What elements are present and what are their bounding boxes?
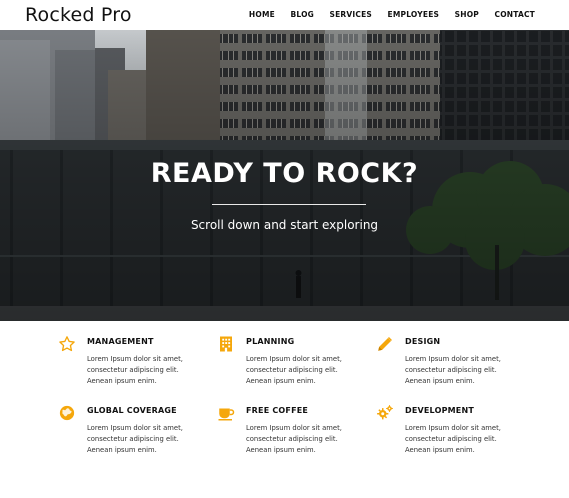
site-header: Rocked Pro HOME BLOG SERVICES EMPLOYEES …	[0, 0, 569, 30]
nav-item-home[interactable]: HOME	[249, 10, 275, 19]
feature-text: Lorem Ipsum dolor sit amet, consectetur …	[246, 424, 342, 454]
feature-text: Lorem Ipsum dolor sit amet, consectetur …	[405, 424, 501, 454]
hero-banner: READY TO ROCK? Scroll down and start exp…	[0, 30, 569, 321]
feature-title: DESIGN	[405, 337, 441, 346]
main-nav: HOME BLOG SERVICES EMPLOYEES SHOP CONTAC…	[233, 10, 535, 19]
nav-item-employees[interactable]: EMPLOYEES	[388, 10, 440, 19]
feature-title: MANAGEMENT	[87, 337, 154, 346]
hero-title: READY TO ROCK?	[150, 158, 419, 189]
feature-text: Lorem Ipsum dolor sit amet, consectetur …	[87, 424, 183, 454]
feature-title: GLOBAL COVERAGE	[87, 406, 177, 415]
hero-divider	[212, 204, 366, 205]
site-logo[interactable]: Rocked Pro	[25, 4, 132, 26]
feature-text: Lorem Ipsum dolor sit amet, consectetur …	[405, 355, 501, 385]
nav-item-blog[interactable]: BLOG	[290, 10, 314, 19]
building-icon	[220, 336, 232, 352]
nav-item-contact[interactable]: CONTACT	[494, 10, 535, 19]
nav-item-services[interactable]: SERVICES	[330, 10, 373, 19]
feature-title: DEVELOPMENT	[405, 406, 475, 415]
star-icon	[59, 336, 75, 352]
feature-text: Lorem Ipsum dolor sit amet, consectetur …	[246, 355, 342, 385]
pencil-icon	[378, 337, 392, 351]
nav-item-shop[interactable]: SHOP	[455, 10, 479, 19]
feature-title: FREE COFFEE	[246, 406, 309, 415]
gears-icon	[377, 405, 393, 420]
globe-icon	[59, 405, 75, 421]
feature-title: PLANNING	[246, 337, 295, 346]
hero-subtitle: Scroll down and start exploring	[190, 218, 379, 232]
coffee-icon	[218, 408, 235, 421]
feature-text: Lorem Ipsum dolor sit amet, consectetur …	[87, 355, 183, 385]
